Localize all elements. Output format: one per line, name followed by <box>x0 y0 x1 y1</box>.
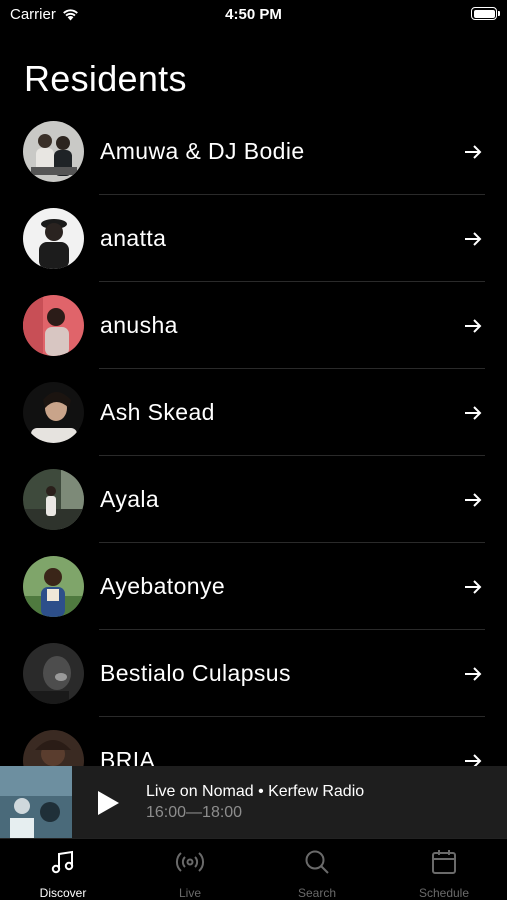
resident-name: BRIA <box>100 747 156 766</box>
music-note-icon <box>51 850 74 874</box>
residents-list[interactable]: Amuwa & DJ Bodie anatta anusha Ash Skead… <box>0 108 507 766</box>
list-item[interactable]: BRIA <box>0 717 507 766</box>
resident-name: anatta <box>100 225 167 251</box>
avatar <box>23 208 84 269</box>
list-item[interactable]: anatta <box>0 195 507 282</box>
resident-name: Ayala <box>100 486 160 512</box>
list-item[interactable]: Bestialo Culapsus <box>0 630 507 717</box>
tab-live[interactable]: Live <box>127 839 253 900</box>
list-item[interactable]: Ayebatonye <box>0 543 507 630</box>
tab-label: Discover <box>39 886 87 900</box>
arrow-right-icon <box>465 231 482 246</box>
arrow-right-icon <box>465 318 482 333</box>
avatar <box>23 643 84 704</box>
avatar <box>23 121 84 182</box>
resident-name: anusha <box>100 312 178 338</box>
arrow-right-icon <box>465 144 482 159</box>
avatar <box>23 556 84 617</box>
list-item[interactable]: Ash Skead <box>0 369 507 456</box>
status-time: 4:50 PM <box>225 6 282 23</box>
tab-label: Schedule <box>418 886 470 900</box>
player-time: 16:00—18:00 <box>146 804 243 821</box>
player-title: Live on Nomad • Kerfew Radio <box>146 783 365 800</box>
tab-search[interactable]: Search <box>254 839 380 900</box>
status-bar: Carrier 4:50 PM <box>0 0 507 30</box>
list-item[interactable]: Ayala <box>0 456 507 543</box>
resident-name: Bestialo Culapsus <box>100 660 291 686</box>
avatar <box>23 382 84 443</box>
resident-name: Amuwa & DJ Bodie <box>100 138 305 164</box>
play-icon[interactable] <box>96 790 120 816</box>
avatar <box>23 295 84 356</box>
arrow-right-icon <box>465 666 482 681</box>
list-item[interactable]: Amuwa & DJ Bodie <box>0 108 507 195</box>
page-title: Residents <box>24 58 187 99</box>
resident-name: Ash Skead <box>100 399 215 425</box>
resident-name: Ayebatonye <box>100 573 226 599</box>
tab-discover[interactable]: Discover <box>0 839 126 900</box>
arrow-right-icon <box>465 579 482 594</box>
now-playing-bar[interactable]: Live on Nomad • Kerfew Radio 16:00—18:00 <box>0 766 507 838</box>
avatar <box>23 469 84 530</box>
avatar <box>23 730 84 766</box>
battery-icon <box>471 7 500 20</box>
arrow-right-icon <box>465 405 482 420</box>
calendar-icon <box>432 850 456 874</box>
arrow-right-icon <box>465 492 482 507</box>
player-artwork <box>0 766 72 838</box>
tab-bar: Discover Live Search Schedule <box>0 838 507 900</box>
search-icon <box>305 850 329 874</box>
tab-label: Live <box>178 886 201 900</box>
broadcast-icon <box>175 852 205 872</box>
tab-label: Search <box>297 886 337 900</box>
arrow-right-icon <box>465 753 482 766</box>
list-item[interactable]: anusha <box>0 282 507 369</box>
tab-schedule[interactable]: Schedule <box>381 839 507 900</box>
